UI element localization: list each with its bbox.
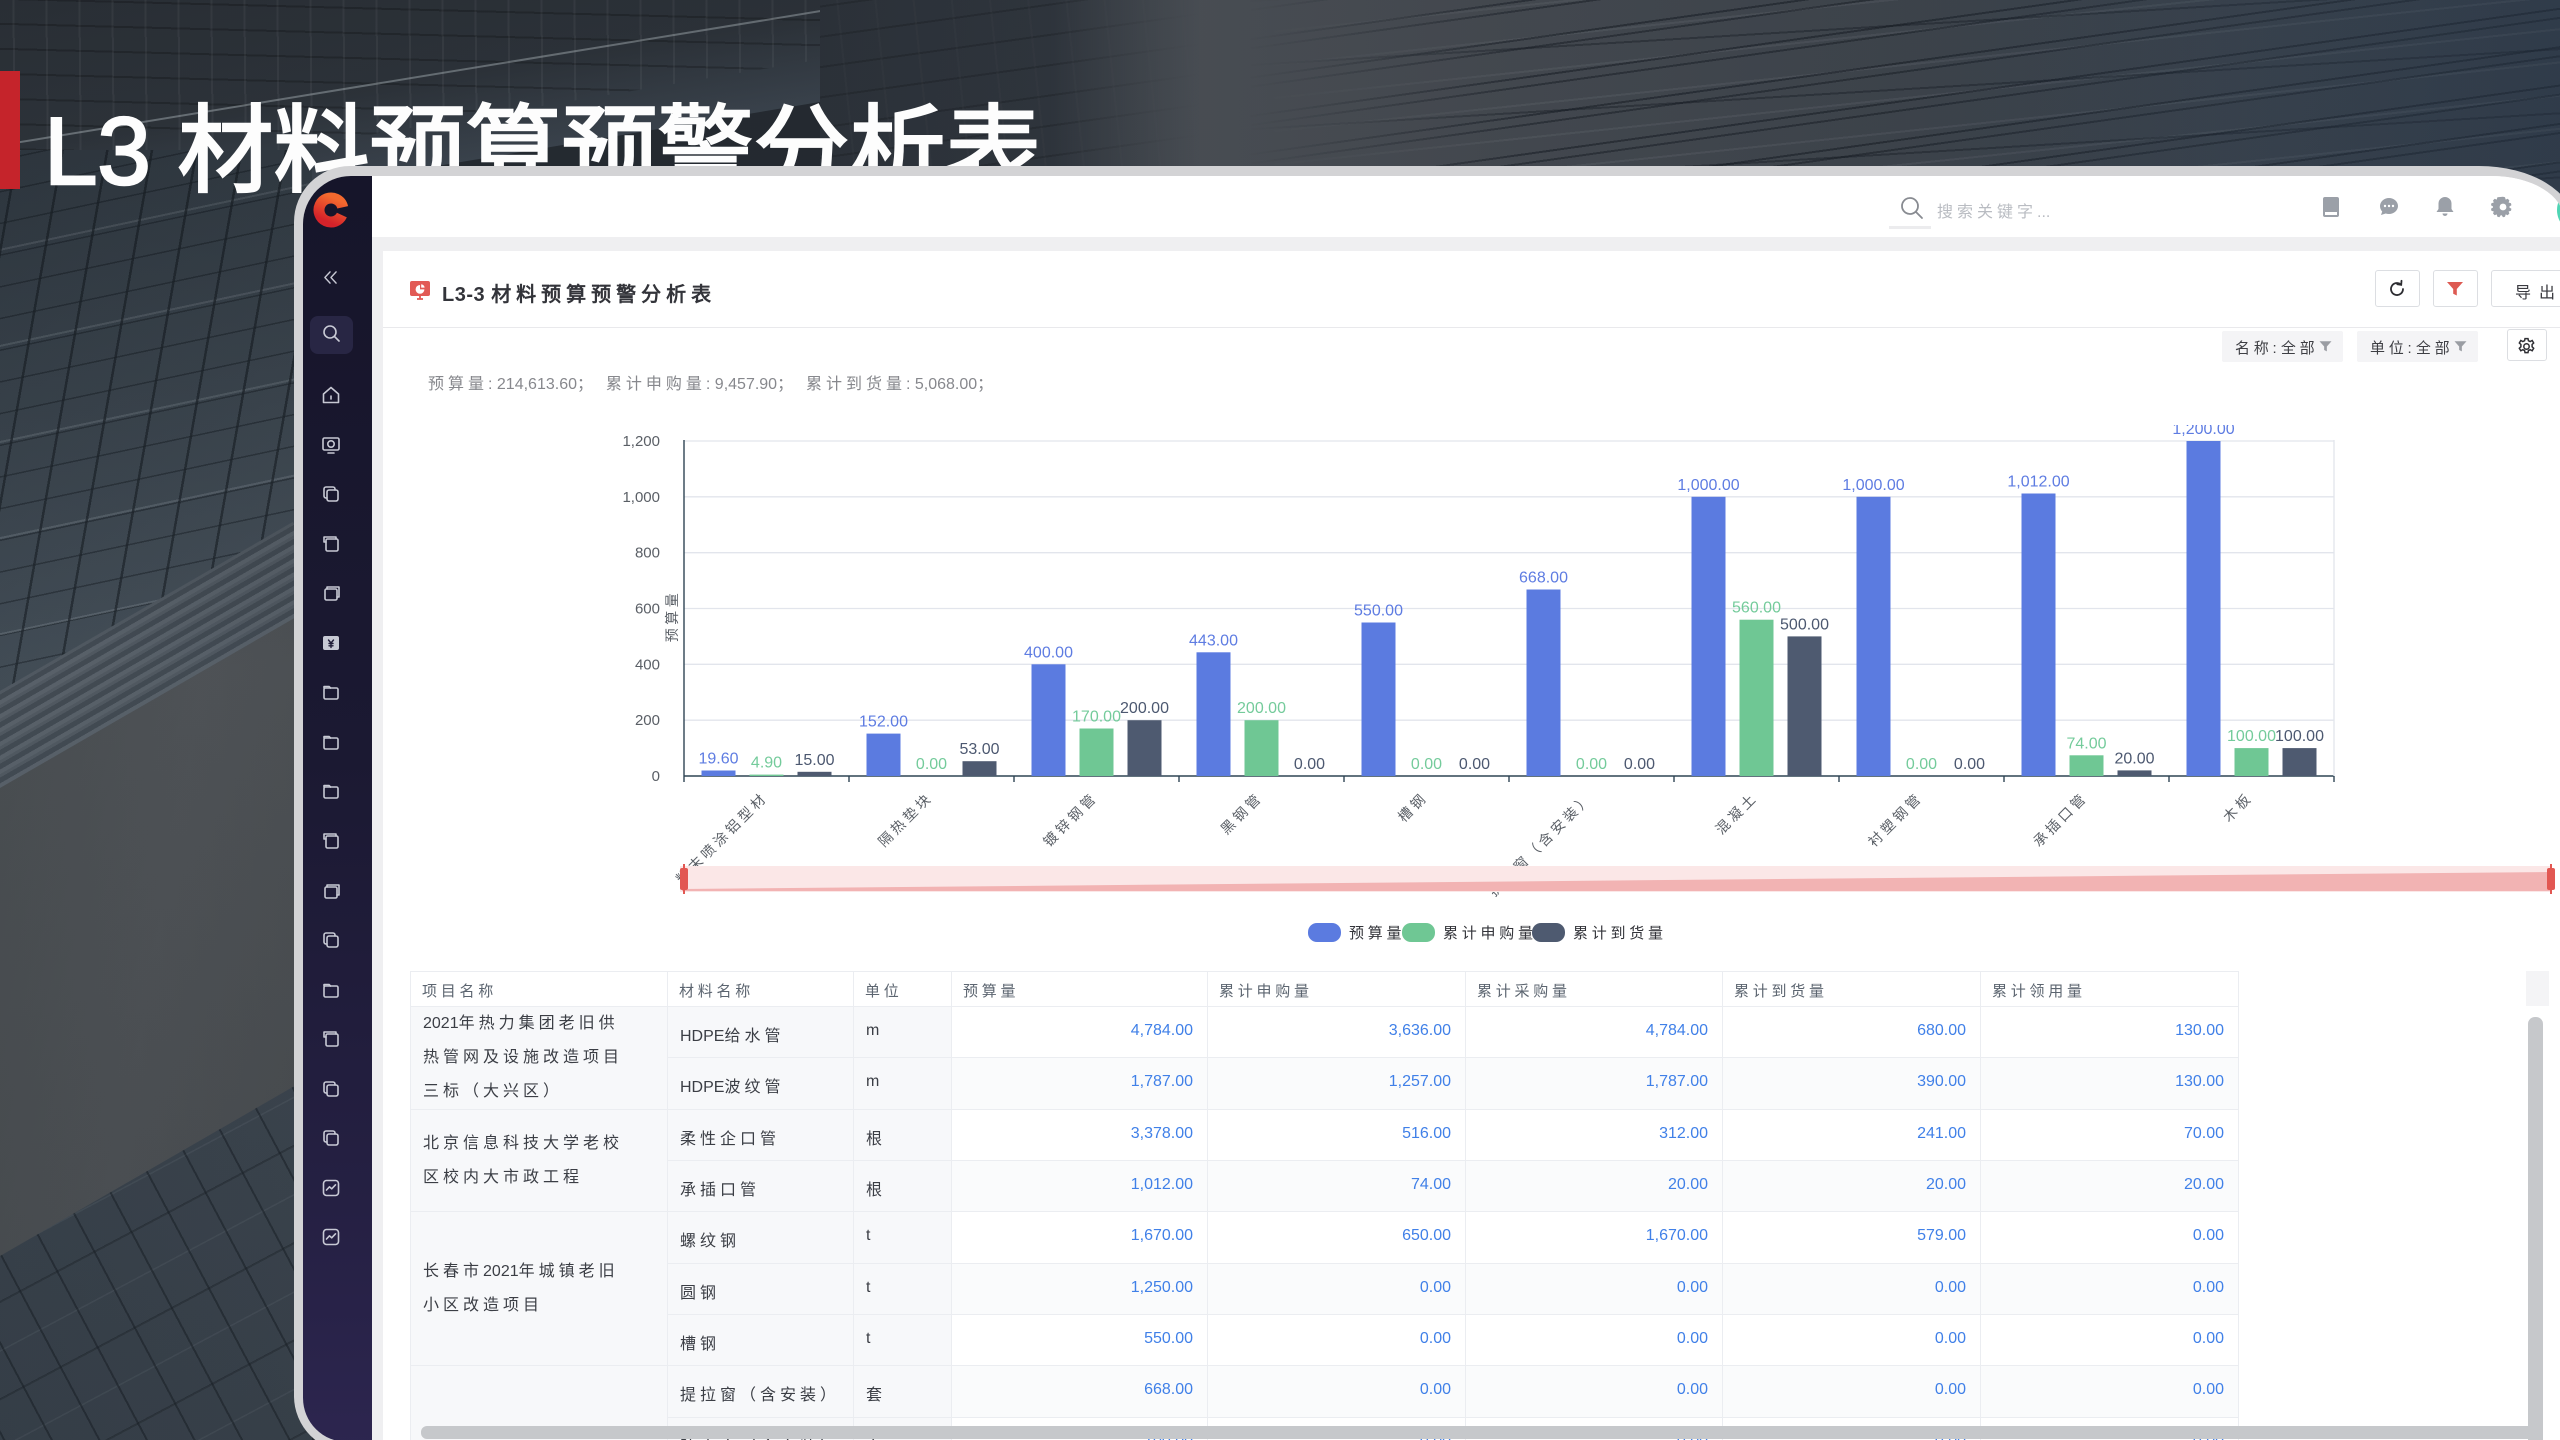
svg-text:500.00: 500.00 (1780, 616, 1829, 633)
svg-text:74.00: 74.00 (2066, 735, 2106, 752)
svg-text:200.00: 200.00 (1237, 700, 1286, 717)
svg-text:600: 600 (635, 601, 660, 618)
svg-text:800: 800 (635, 545, 660, 562)
svg-text:0.00: 0.00 (1954, 756, 1985, 773)
svg-text:100.00: 100.00 (2275, 728, 2324, 745)
svg-text:木板: 木板 (2220, 789, 2256, 825)
svg-text:0.00: 0.00 (1906, 756, 1937, 773)
svg-text:0.00: 0.00 (916, 756, 947, 773)
svg-text:1,012.00: 1,012.00 (2007, 474, 2069, 491)
svg-text:累计到货量: 累计到货量 (1573, 925, 1667, 942)
svg-text:20.00: 20.00 (2114, 750, 2154, 767)
svg-text:170.00: 170.00 (1072, 709, 1121, 726)
svg-text:隔热垫块: 隔热垫块 (875, 789, 936, 850)
svg-text:黑钢管: 黑钢管 (1218, 789, 1266, 837)
svg-text:15.00: 15.00 (794, 752, 834, 769)
svg-text:预算量: 预算量 (664, 590, 680, 643)
svg-text:200: 200 (635, 712, 660, 729)
svg-text:0.00: 0.00 (1624, 756, 1655, 773)
svg-text:200.00: 200.00 (1120, 700, 1169, 717)
svg-text:550.00: 550.00 (1354, 603, 1403, 620)
svg-text:0.00: 0.00 (1459, 756, 1490, 773)
svg-text:槽钢: 槽钢 (1395, 789, 1431, 825)
svg-text:混凝土: 混凝土 (1713, 789, 1761, 837)
svg-text:1,000.00: 1,000.00 (1677, 477, 1739, 494)
svg-text:承插口管: 承插口管 (2030, 789, 2091, 850)
svg-text:443.00: 443.00 (1189, 632, 1238, 649)
svg-text:0.00: 0.00 (1576, 756, 1607, 773)
svg-text:0.00: 0.00 (1294, 756, 1325, 773)
svg-text:100.00: 100.00 (2227, 728, 2276, 745)
svg-text:1,000.00: 1,000.00 (1842, 477, 1904, 494)
svg-text:累计申购量: 累计申购量 (1443, 925, 1537, 942)
svg-text:衬塑钢管: 衬塑钢管 (1865, 789, 1926, 850)
svg-text:400: 400 (635, 656, 660, 673)
svg-text:0.00: 0.00 (1411, 756, 1442, 773)
svg-text:152.00: 152.00 (859, 714, 908, 731)
svg-text:1,200: 1,200 (622, 433, 660, 450)
svg-text:镀锌钢管: 镀锌钢管 (1040, 789, 1101, 850)
svg-text:1,000: 1,000 (622, 489, 660, 506)
svg-text:400.00: 400.00 (1024, 644, 1073, 661)
svg-text:0: 0 (652, 768, 660, 785)
svg-text:668.00: 668.00 (1519, 570, 1568, 587)
svg-text:560.00: 560.00 (1732, 600, 1781, 617)
svg-text:预算量: 预算量 (1349, 924, 1405, 942)
svg-text:53.00: 53.00 (959, 741, 999, 758)
svg-text:4.90: 4.90 (751, 755, 782, 772)
svg-text:19.60: 19.60 (698, 751, 738, 768)
svg-text:1,200.00: 1,200.00 (2172, 425, 2234, 438)
